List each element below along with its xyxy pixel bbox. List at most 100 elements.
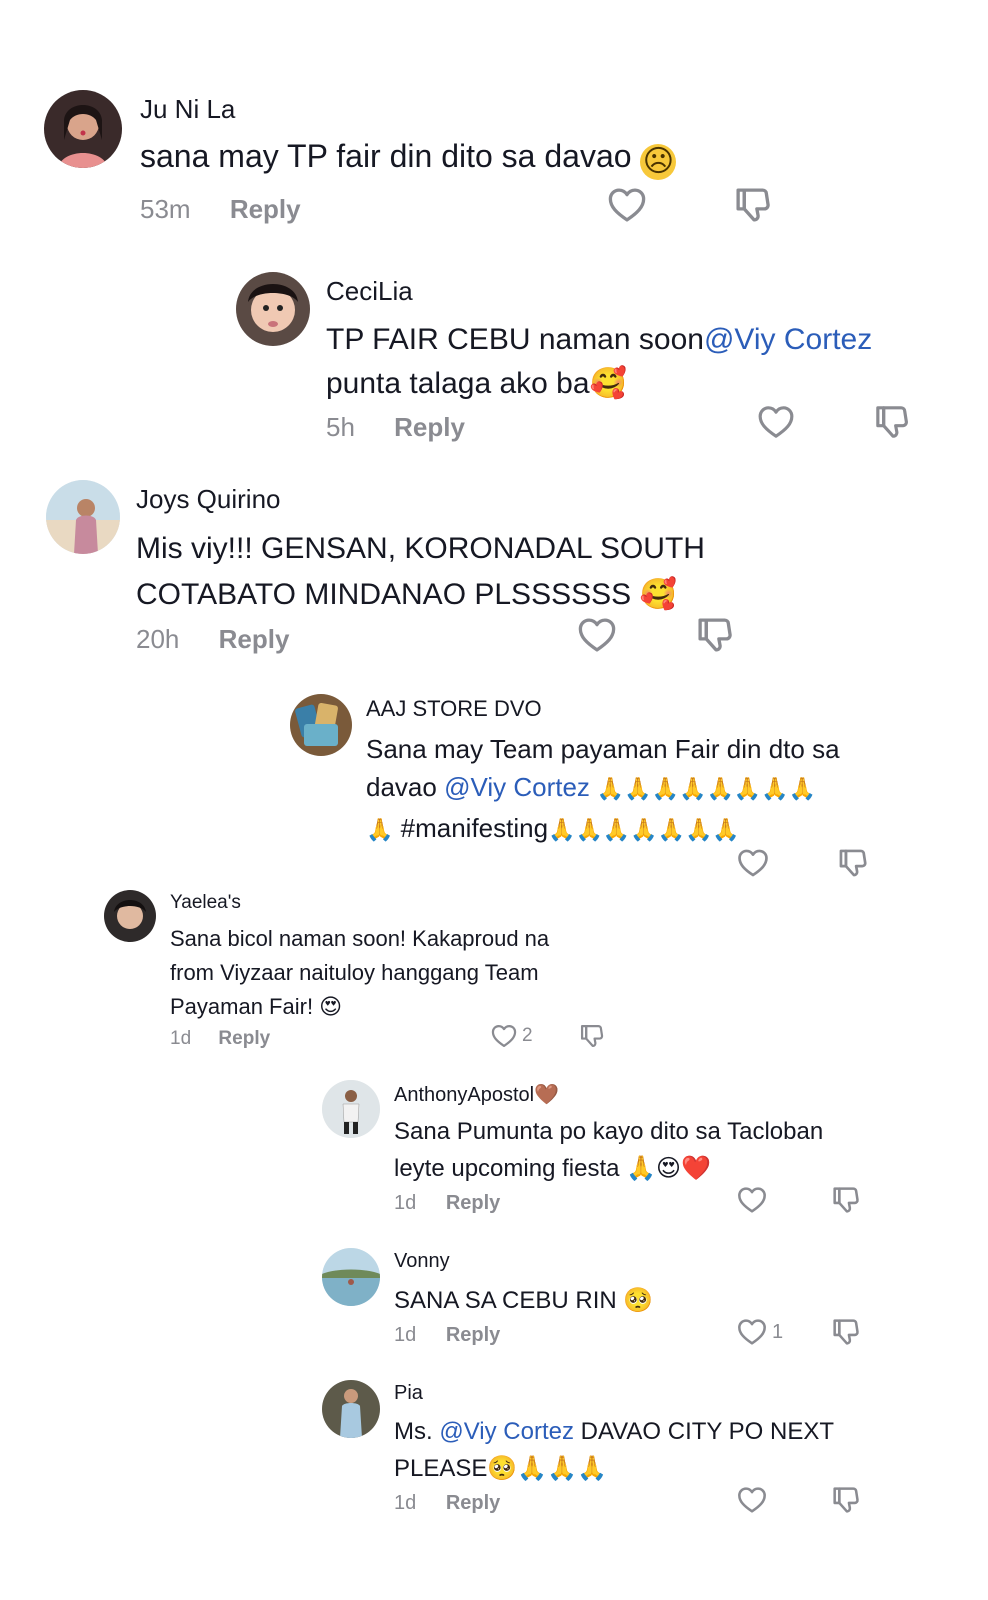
comment-text-line: Ms. bbox=[394, 1418, 440, 1445]
reply-button[interactable]: Reply bbox=[218, 1028, 270, 1049]
mention-link[interactable]: @Viy Cortez bbox=[444, 772, 590, 802]
comment-author[interactable]: Yaelea's bbox=[170, 892, 241, 914]
thumbs-down-icon bbox=[836, 846, 870, 880]
heart-outline-icon bbox=[756, 402, 796, 442]
comment-text: Ms. @Viy Cortez DAVAO CITY PO NEXT PLEAS… bbox=[394, 1414, 834, 1487]
comment-text: TP FAIR CEBU naman soon@Viy Cortez punta… bbox=[326, 318, 872, 406]
dislike-button[interactable] bbox=[830, 1316, 862, 1348]
comment-text-line: SANA SA CEBU RIN bbox=[394, 1287, 624, 1314]
avatar[interactable] bbox=[46, 480, 120, 554]
reply-button[interactable]: Reply bbox=[230, 194, 301, 224]
comment-text-line: Mis viy!!! GENSAN, KORONADAL SOUTH bbox=[136, 532, 705, 565]
praying-hands-emoji: 🙏 bbox=[366, 818, 394, 843]
like-count: 2 bbox=[522, 1025, 533, 1046]
comment-text-line: DAVAO CITY PO NEXT bbox=[573, 1418, 835, 1445]
comment-author[interactable]: AnthonyApostol🤎 bbox=[394, 1082, 559, 1107]
reply-button[interactable]: Reply bbox=[446, 1192, 500, 1214]
comment-text-line: COTABATO MINDANAO PLSSSSSS bbox=[136, 578, 640, 611]
comment-author[interactable]: AAJ STORE DVO bbox=[366, 696, 542, 722]
pleading-pray-emoji: 🥺🙏🙏🙏 bbox=[487, 1454, 607, 1482]
thumbs-down-icon bbox=[694, 614, 736, 656]
comment-meta: 20h Reply bbox=[136, 624, 289, 655]
dislike-button[interactable] bbox=[872, 402, 912, 442]
frown-emoji: ☹ bbox=[640, 144, 677, 180]
heart-eyes-emoji: 😍 bbox=[319, 995, 343, 1020]
comment-time: 1d bbox=[170, 1028, 192, 1049]
comment-text: sana may TP fair din dito sa davao ☹ bbox=[140, 138, 677, 180]
thumbs-down-icon bbox=[830, 1184, 862, 1216]
like-count: 1 bbox=[772, 1320, 784, 1343]
heart-outline-icon bbox=[736, 1184, 768, 1216]
dislike-button[interactable] bbox=[578, 1022, 606, 1050]
like-button[interactable] bbox=[736, 1484, 768, 1516]
thumbs-down-icon bbox=[732, 184, 774, 226]
like-button[interactable] bbox=[576, 614, 618, 656]
comment-text-main: sana may TP fair din dito sa davao bbox=[140, 138, 641, 174]
reply-button[interactable]: Reply bbox=[446, 1492, 500, 1514]
pray-heart-eyes-heart-emoji: 🙏😍❤️ bbox=[626, 1154, 711, 1182]
reply-button[interactable]: Reply bbox=[394, 412, 465, 442]
avatar[interactable] bbox=[322, 1080, 380, 1138]
comment-meta: 1d Reply bbox=[394, 1192, 500, 1215]
praying-hands-emoji: 🙏🙏🙏🙏🙏🙏🙏🙏 bbox=[589, 777, 817, 802]
comment-text-line: Payaman Fair! bbox=[170, 994, 320, 1019]
avatar[interactable] bbox=[322, 1380, 380, 1438]
brown-heart-emoji: 🤎 bbox=[534, 1082, 560, 1106]
dislike-button[interactable] bbox=[694, 614, 736, 656]
dislike-button[interactable] bbox=[830, 1484, 862, 1516]
heart-outline-icon bbox=[736, 1484, 768, 1516]
avatar[interactable] bbox=[104, 890, 156, 942]
comment-meta: 5h Reply bbox=[326, 412, 465, 443]
reply-button[interactable]: Reply bbox=[446, 1324, 500, 1346]
avatar[interactable] bbox=[322, 1248, 380, 1306]
comment-text-line: davao bbox=[366, 772, 445, 802]
mention-link[interactable]: @Viy Cortez bbox=[439, 1418, 574, 1445]
heart-outline-icon bbox=[606, 184, 648, 226]
thumbs-down-icon bbox=[830, 1316, 862, 1348]
smiling-hearts-emoji: 🥰 bbox=[589, 366, 627, 401]
comment-text-line: from Viyzaar naituloy hanggang Team bbox=[170, 960, 539, 985]
comment-author-name: AnthonyApostol bbox=[394, 1084, 535, 1106]
avatar[interactable] bbox=[44, 90, 122, 168]
comment-time: 53m bbox=[140, 194, 191, 224]
heart-outline-icon bbox=[490, 1022, 518, 1050]
avatar[interactable] bbox=[290, 694, 352, 756]
like-button[interactable] bbox=[606, 184, 648, 226]
dislike-button[interactable] bbox=[830, 1184, 862, 1216]
comment-time: 5h bbox=[326, 412, 355, 442]
comment-author[interactable]: CeciLia bbox=[326, 276, 413, 307]
avatar[interactable] bbox=[236, 272, 310, 346]
comment-meta: 1d Reply bbox=[394, 1324, 500, 1347]
like-button[interactable] bbox=[756, 402, 796, 442]
comment-text: SANA SA CEBU RIN 🥺 bbox=[394, 1282, 653, 1319]
mention-link[interactable]: @Viy Cortez bbox=[704, 323, 872, 356]
hashtag-link[interactable]: #manifesting bbox=[393, 813, 548, 843]
reply-button[interactable]: Reply bbox=[219, 624, 290, 654]
comment-text-line: TP FAIR CEBU naman soon bbox=[326, 323, 704, 356]
comment-author[interactable]: Joys Quirino bbox=[136, 484, 281, 515]
comment-author[interactable]: Vonny bbox=[394, 1250, 450, 1273]
comment-text: Mis viy!!! GENSAN, KORONADAL SOUTH COTAB… bbox=[136, 526, 705, 618]
heart-outline-icon bbox=[576, 614, 618, 656]
smiling-hearts-emoji: 🥰 bbox=[639, 577, 677, 612]
comment-text-line: PLEASE bbox=[394, 1455, 488, 1482]
like-button[interactable] bbox=[736, 846, 770, 880]
comment-text-line: Sana may Team payaman Fair din dto sa bbox=[366, 734, 840, 764]
comment-text-line: leyte upcoming fiesta bbox=[394, 1155, 627, 1182]
comment-text-line: punta talaga ako ba bbox=[326, 367, 590, 400]
thumbs-down-icon bbox=[578, 1022, 606, 1050]
comment-meta: 53m Reply bbox=[140, 194, 301, 225]
comment-time: 1d bbox=[394, 1492, 417, 1514]
like-button[interactable]: 2 bbox=[490, 1022, 533, 1050]
comment-author[interactable]: Ju Ni La bbox=[140, 94, 235, 125]
comment-author[interactable]: Pia bbox=[394, 1382, 423, 1405]
pleading-face-emoji: 🥺 bbox=[623, 1286, 654, 1314]
comment-time: 1d bbox=[394, 1192, 417, 1214]
dislike-button[interactable] bbox=[732, 184, 774, 226]
comment-text-line: Sana Pumunta po kayo dito sa Tacloban bbox=[394, 1118, 824, 1145]
comment-time: 20h bbox=[136, 624, 180, 654]
heart-outline-icon bbox=[736, 1316, 768, 1348]
dislike-button[interactable] bbox=[836, 846, 870, 880]
like-button[interactable] bbox=[736, 1184, 768, 1216]
like-button[interactable]: 1 bbox=[736, 1316, 783, 1348]
